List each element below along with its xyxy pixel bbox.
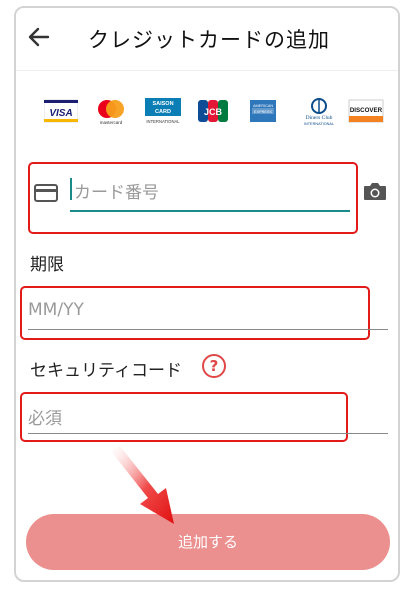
svg-text:SAISON: SAISON (152, 101, 173, 107)
page-title: クレジットカードの追加 (88, 28, 330, 52)
jcb-logo: JCB (198, 100, 228, 122)
question-circle-icon[interactable]: ? (202, 354, 226, 378)
svg-text:AMERICAN: AMERICAN (253, 104, 273, 108)
expiry-label: 期限 (30, 255, 64, 275)
security-code-placeholder: 必須 (28, 409, 62, 429)
security-code-underline (28, 433, 388, 434)
text-cursor (70, 178, 72, 200)
expiry-underline (28, 329, 388, 330)
diners-club-logo: Diners Club INTERNATIONAL (304, 98, 334, 126)
svg-text:Diners Club: Diners Club (306, 115, 333, 121)
app-frame: クレジットカードの追加 VISA mastercard SAISON CARD … (14, 6, 400, 582)
red-arrow-annotation (110, 446, 174, 524)
arrow-left-icon[interactable] (26, 24, 52, 50)
discover-logo: DISCOVER (348, 99, 384, 123)
card-number-field[interactable]: カード番号 (70, 172, 350, 212)
camera-icon[interactable] (362, 180, 388, 202)
expiry-placeholder: MM/YY (28, 300, 84, 320)
expiry-field[interactable]: MM/YY (28, 294, 388, 330)
security-code-field[interactable]: 必須 (28, 398, 388, 434)
svg-text:CARD: CARD (155, 109, 171, 115)
app-header: クレジットカードの追加 (16, 8, 398, 71)
svg-text:INTERNATIONAL: INTERNATIONAL (304, 122, 334, 126)
svg-text:JCB: JCB (204, 107, 223, 117)
card-number-placeholder: カード番号 (74, 183, 159, 203)
visa-logo: VISA (44, 99, 78, 123)
svg-text:EXPRESS: EXPRESS (254, 110, 272, 114)
svg-text:INTERNATIONAL: INTERNATIONAL (146, 119, 180, 124)
svg-text:VISA: VISA (49, 108, 72, 119)
saison-card-logo: SAISON CARD INTERNATIONAL (145, 98, 181, 124)
svg-text:DISCOVER: DISCOVER (350, 107, 383, 114)
mastercard-logo: mastercard (98, 100, 124, 125)
credit-card-icon (34, 184, 58, 202)
svg-text:mastercard: mastercard (100, 120, 123, 125)
card-brand-logos: VISA mastercard SAISON CARD INTERNATIONA… (40, 96, 384, 130)
card-number-underline (70, 210, 350, 212)
amex-logo: AMERICAN EXPRESS (250, 100, 276, 122)
security-code-label: セキュリティコード (30, 361, 182, 381)
add-card-button[interactable]: 追加する (26, 514, 390, 570)
